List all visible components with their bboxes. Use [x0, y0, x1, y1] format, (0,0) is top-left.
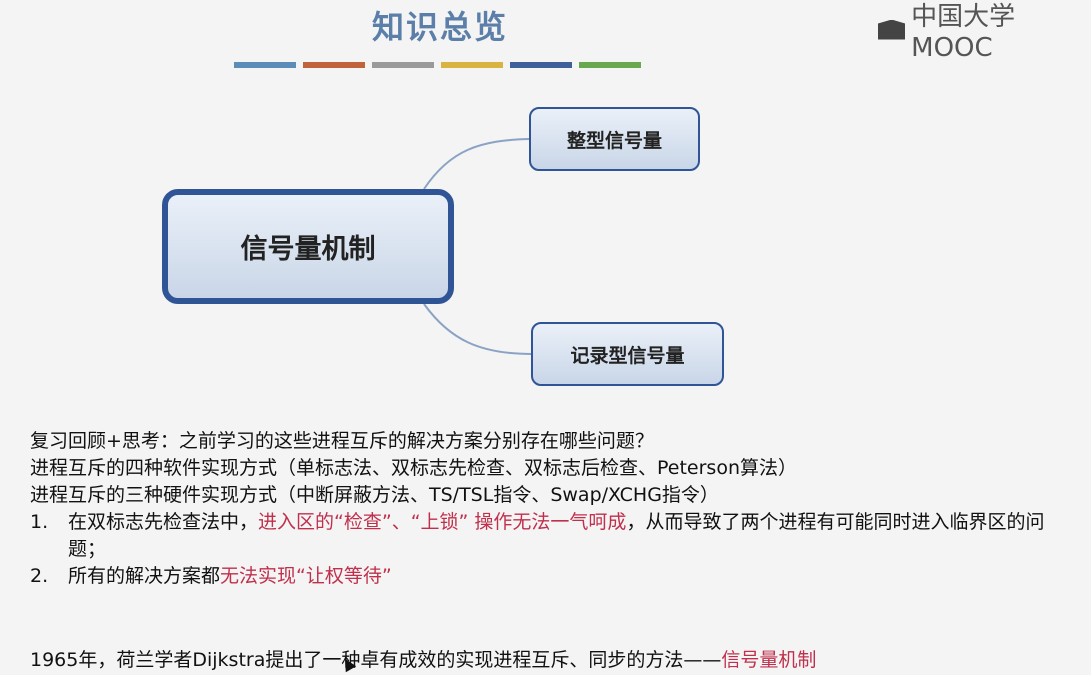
bottom-node-label: 记录型信号量 [570, 344, 685, 367]
item2-highlight: 无法实现“让权等待” [220, 565, 392, 587]
dijkstra-line: 1965年，荷兰学者Dijkstra提出了一种卓有成效的实现进程互斥、同步的方法… [30, 645, 816, 672]
review-question: 复习回顾+思考：之前学习的这些进程互斥的解决方案分别存在哪些问题？ [30, 430, 654, 452]
software-methods-line: 进程互斥的四种软件实现方式（单标志法、双标志先检查、双标志后检查、Peterso… [30, 457, 797, 479]
problem-item-1: 1. 在双标志先检查法中，进入区的“检查”、“上锁” 操作无法一气呵成，从而导致… [30, 509, 1080, 563]
mindmap-node-record-semaphore: 记录型信号量 [531, 322, 724, 386]
item2-pre: 所有的解决方案都 [68, 565, 221, 587]
final-highlight: 信号量机制 [721, 649, 817, 671]
final-pre: 1965年，荷兰学者Dijkstra提出了一种卓有成效的实现进程互斥、同步的方法… [30, 649, 722, 671]
problem-item-2: 2. 所有的解决方案都无法实现“让权等待” [30, 563, 1080, 590]
item-number: 2. [30, 565, 49, 587]
center-node-label: 信号量机制 [240, 234, 376, 265]
top-node-label: 整型信号量 [566, 129, 662, 152]
body-text: 复习回顾+思考：之前学习的这些进程互斥的解决方案分别存在哪些问题？ 进程互斥的四… [30, 428, 1080, 590]
slide: 知识总览 中国大学MOOC 信号量机制 整型信号量 记录型信号量 复习回顾+思考… [0, 0, 1091, 675]
item-text: 在双标志先检查法中，进入区的“检查”、“上锁” 操作无法一气呵成，从而导致了两个… [68, 509, 1080, 563]
item-number: 1. [30, 511, 49, 533]
item-text: 所有的解决方案都无法实现“让权等待” [68, 563, 392, 590]
connector-top [423, 138, 531, 190]
item1-highlight: 进入区的“检查”、“上锁” 操作无法一气呵成 [258, 511, 627, 533]
mindmap-center-node: 信号量机制 [162, 189, 454, 304]
connector-bottom [423, 303, 533, 355]
item1-pre: 在双标志先检查法中， [68, 511, 259, 533]
mindmap-node-integer-semaphore: 整型信号量 [529, 107, 700, 171]
hardware-methods-line: 进程互斥的三种硬件实现方式（中断屏蔽方法、TS/TSL指令、Swap/XCHG指… [30, 484, 719, 506]
